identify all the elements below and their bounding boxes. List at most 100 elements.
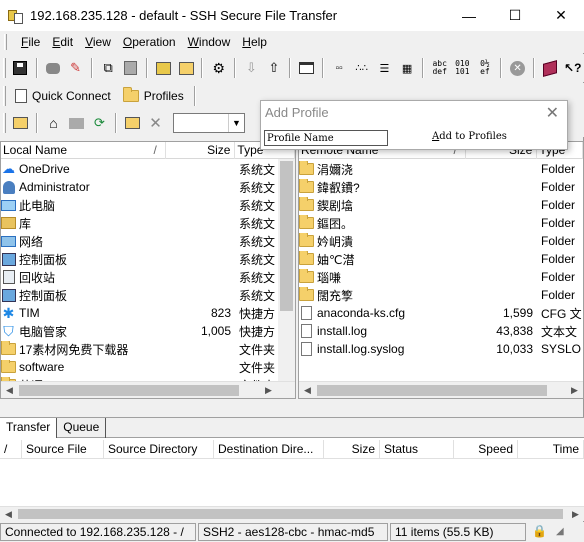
speech-button[interactable] [42,57,65,79]
refresh-button[interactable]: ⟳ [88,112,111,134]
home-button[interactable]: ⌂ [42,112,65,134]
menu-file[interactable]: File [15,35,46,49]
remote-horizontal-scrollbar[interactable]: ◀ ▶ [299,381,583,398]
close-button[interactable]: ✕ [538,0,584,31]
binary-mode-button[interactable]: 010 101 [451,57,474,79]
file-name: ☁ OneDrive [1,162,167,177]
transfer-horizontal-scrollbar[interactable]: ◀ ▶ [0,506,584,521]
column-source-file[interactable]: Source File [22,440,104,459]
list-item[interactable]: ☁ OneDrive 系统文 [1,160,295,178]
path-combo[interactable]: ▼ [173,113,245,133]
list-item[interactable]: ⛉ 电脑管家 1,005 快捷方 [1,322,295,340]
list-item[interactable]: 网络 系统文 [1,232,295,250]
new-folder-button[interactable] [121,112,144,134]
toolbar-grip[interactable] [3,86,6,106]
column-destination-directory[interactable]: Destination Dire... [214,440,324,459]
list-item[interactable]: 此电脑 系统文 [1,196,295,214]
column-speed[interactable]: Speed [454,440,518,459]
list-item[interactable]: 妯℃澘 Folder [299,250,583,268]
column-time[interactable]: Time [518,440,584,459]
menu-edit[interactable]: Edit [46,35,79,49]
scroll-thumb[interactable] [19,385,239,396]
local-horizontal-scrollbar[interactable]: ◀ ▶ [1,381,295,398]
list-item[interactable]: 妗岄潰 Folder [299,232,583,250]
list-item[interactable]: install.log.syslog 10,033 SYSLO [299,340,583,358]
scroll-right-icon[interactable]: ▶ [566,382,583,398]
menu-window[interactable]: Window [182,35,237,49]
list-button[interactable]: ☰ [373,57,396,79]
small-icons-button[interactable]: ∴∴ [350,57,373,79]
column-source-directory[interactable]: Source Directory [104,440,214,459]
column-size[interactable]: Size [324,440,380,459]
help-book-button[interactable] [539,57,562,79]
settings-button[interactable]: ⚙ [207,57,230,79]
scroll-right-icon[interactable]: ▶ [567,507,584,522]
list-item[interactable]: 回收站 系统文 [1,268,295,286]
paste-button[interactable] [119,57,142,79]
ascii-mode-button[interactable]: abc def [428,57,451,79]
list-item[interactable]: Administrator 系统文 [1,178,295,196]
toolbar-grip[interactable] [3,58,6,78]
column-local-name[interactable]: Local Name / [1,142,166,159]
column-status[interactable]: Status [380,440,454,459]
app-icon [8,8,24,24]
details-button[interactable]: ▦ [396,57,419,79]
resize-grip-icon[interactable]: ◢ [552,523,566,541]
scroll-thumb[interactable] [280,161,293,311]
list-item[interactable]: 鏂囨。 Folder [299,214,583,232]
profiles-button[interactable]: Profiles [117,84,190,108]
download-button[interactable]: ⇩ [240,57,263,79]
maximize-button[interactable]: ☐ [492,0,538,31]
copy-button[interactable]: ⧉ [97,57,120,79]
menu-view[interactable]: View [79,35,117,49]
column-sort[interactable]: / [0,440,22,459]
toolbar-grip[interactable] [3,113,6,133]
large-icons-button[interactable]: ▫▫ [328,57,351,79]
column-size[interactable]: Size [166,142,236,159]
list-item[interactable]: 鍏叡鐨? Folder [299,178,583,196]
root-folder-button[interactable] [65,112,88,134]
profile-name-input[interactable]: Profile Name [264,130,388,146]
list-item[interactable]: 库 系统文 [1,214,295,232]
list-item[interactable]: 瑙嗛 Folder [299,268,583,286]
tab-queue[interactable]: Queue [57,418,107,438]
list-item[interactable]: 控制面板 系统文 [1,250,295,268]
scroll-right-icon[interactable]: ▶ [260,382,277,398]
scroll-left-icon[interactable]: ◀ [299,382,316,398]
minimize-button[interactable]: — [446,0,492,31]
stop-button[interactable]: ✕ [506,57,529,79]
add-to-profiles-button[interactable]: Add to Profiles [432,131,507,142]
tab-transfer[interactable]: Transfer [0,418,58,438]
scroll-thumb[interactable] [317,385,547,396]
scroll-left-icon[interactable]: ◀ [1,382,18,398]
list-item[interactable]: ✱ TIM 823 快捷方 [1,304,295,322]
list-item[interactable]: 鍥剧墖 Folder [299,196,583,214]
new-folder-button[interactable] [175,57,198,79]
stop-icon: ✕ [510,60,526,76]
up-folder-button[interactable] [9,112,32,134]
menu-grip[interactable] [4,34,7,50]
list-item[interactable]: software 文件夹 [1,358,295,376]
delete-button[interactable]: ✕ [144,112,167,134]
menu-help[interactable]: Help [236,35,273,49]
quick-connect-button[interactable]: Quick Connect [9,84,117,108]
local-vertical-scrollbar[interactable] [278,159,295,382]
list-item[interactable]: 控制面板 系统文 [1,286,295,304]
file-name: 控制面板 [1,287,167,304]
scroll-left-icon[interactable]: ◀ [0,507,17,522]
scroll-thumb[interactable] [18,509,563,519]
auto-mode-button[interactable]: 0½ ef [474,57,497,79]
save-button[interactable] [9,57,32,79]
edit-profile-button[interactable]: ✎ [64,57,87,79]
list-item[interactable]: 闊充箰 Folder [299,286,583,304]
upload-button[interactable]: ⇧ [263,57,286,79]
dialog-close-icon[interactable]: ✕ [546,103,559,123]
new-terminal-button[interactable] [152,57,175,79]
list-item[interactable]: install.log 43,838 文本文 [299,322,583,340]
context-help-button[interactable]: ↖? [561,57,584,79]
view-button[interactable] [295,57,318,79]
list-item[interactable]: 17素材网免费下载器 文件夹 [1,340,295,358]
list-item[interactable]: anaconda-ks.cfg 1,599 CFG 文 [299,304,583,322]
list-item[interactable]: 涓嬭浇 Folder [299,160,583,178]
menu-operation[interactable]: Operation [117,35,182,49]
